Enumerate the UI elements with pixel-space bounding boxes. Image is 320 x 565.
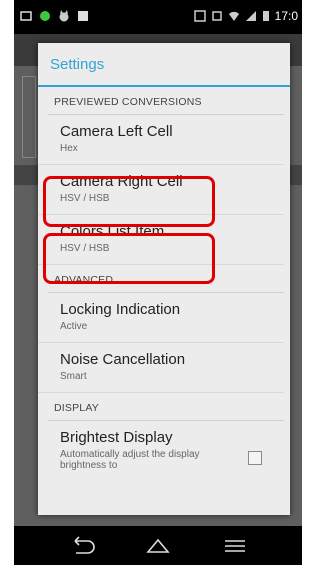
- back-icon[interactable]: [66, 534, 96, 558]
- brightest-display-checkbox[interactable]: [248, 451, 262, 465]
- section-header-display: DISPLAY: [48, 393, 284, 421]
- battery-icon: [262, 11, 269, 21]
- cat-app-icon: [59, 10, 69, 22]
- pref-title: Noise Cancellation: [60, 351, 186, 368]
- pref-title: Camera Left Cell: [60, 123, 173, 140]
- pref-summary: Automatically adjust the display brightn…: [60, 449, 200, 471]
- pref-noise-cancellation[interactable]: Noise Cancellation Smart: [38, 343, 284, 393]
- highlight-camera-right-cell: [43, 176, 215, 227]
- square-app-icon: [78, 11, 88, 21]
- status-bar: 17:0: [14, 0, 302, 34]
- signal-icon: [245, 11, 256, 21]
- dialog-title: Settings: [38, 43, 290, 87]
- pref-brightest-display[interactable]: Brightest Display Automatically adjust t…: [38, 421, 284, 481]
- pref-summary: Active: [60, 321, 88, 332]
- section-header-previewed-conversions: PREVIEWED CONVERSIONS: [48, 87, 284, 115]
- nfc-icon: [211, 11, 222, 21]
- screenshot-icon: [20, 11, 32, 21]
- navigation-bar: [14, 526, 302, 565]
- pref-locking-indication[interactable]: Locking Indication Active: [38, 293, 284, 343]
- sim-icon: [193, 10, 206, 22]
- pref-summary: Hex: [60, 143, 78, 154]
- highlight-colors-list-item: [43, 233, 215, 284]
- pref-title: Brightest Display: [60, 429, 173, 446]
- menu-icon[interactable]: [220, 534, 250, 558]
- wifi-icon: [228, 11, 239, 21]
- home-icon[interactable]: [143, 534, 173, 558]
- pref-title: Locking Indication: [60, 301, 181, 318]
- green-app-icon: [40, 11, 50, 21]
- pref-summary: Smart: [60, 371, 87, 382]
- pref-camera-left-cell[interactable]: Camera Left Cell Hex: [38, 115, 284, 165]
- status-time: 17:0: [274, 9, 298, 23]
